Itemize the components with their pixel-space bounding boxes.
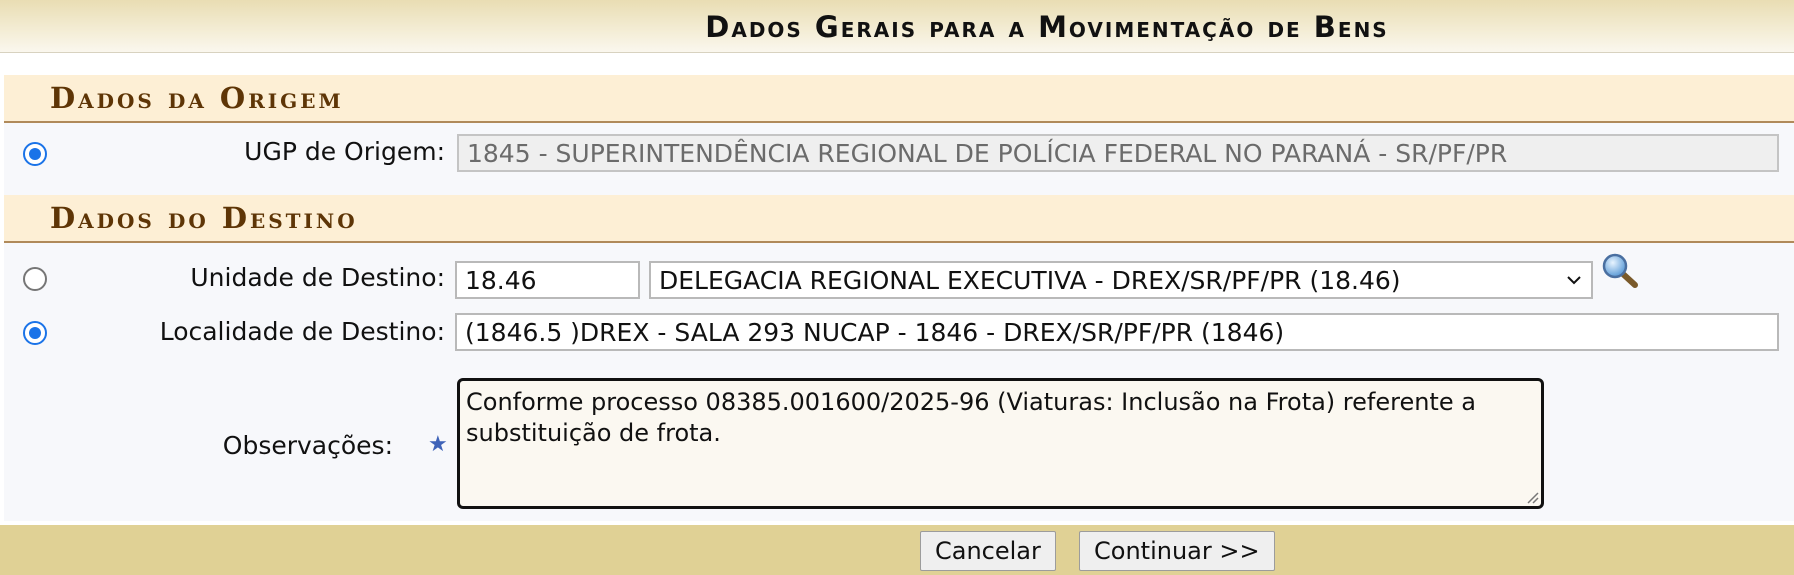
section-header-destino: Dados do Destino	[4, 195, 1794, 243]
section-title-origem: Dados da Origem	[50, 81, 344, 115]
chevron-down-icon	[1567, 276, 1581, 285]
unidade-code-input[interactable]: 18.46	[455, 261, 640, 299]
radio-localidade-destino[interactable]	[23, 321, 47, 345]
radio-unidade-destino[interactable]	[23, 267, 47, 291]
star-icon: ★	[428, 432, 448, 457]
form-footer	[0, 525, 1794, 575]
unidade-destino-label: Unidade de Destino:	[190, 263, 445, 292]
localidade-destino-field[interactable]: (1846.5 )DREX - SALA 293 NUCAP - 1846 - …	[455, 313, 1779, 351]
observacoes-text: Conforme processo 08385.001600/2025-96 (…	[466, 388, 1476, 447]
page-title: Dados Gerais para a Movimentação de Bens	[705, 10, 1389, 44]
ugp-origem-field[interactable]: 1845 - SUPERINTENDÊNCIA REGIONAL DE POLÍ…	[457, 134, 1779, 172]
resize-grip-icon[interactable]	[1525, 490, 1539, 504]
ugp-origem-label: UGP de Origem:	[244, 137, 445, 166]
radio-ugp-origem[interactable]	[23, 142, 47, 166]
page-title-bar: Dados Gerais para a Movimentação de Bens	[0, 0, 1794, 53]
observacoes-label: Observações:	[222, 431, 393, 460]
section-header-origem: Dados da Origem	[4, 75, 1794, 123]
section-title-destino: Dados do Destino	[50, 201, 358, 235]
magnifier-icon[interactable]	[1600, 252, 1640, 290]
continue-button[interactable]: Continuar >>	[1079, 531, 1275, 571]
unidade-destino-select-value: DELEGACIA REGIONAL EXECUTIVA - DREX/SR/P…	[659, 266, 1401, 295]
localidade-destino-label: Localidade de Destino:	[159, 317, 445, 346]
observacoes-textarea[interactable]: Conforme processo 08385.001600/2025-96 (…	[457, 378, 1544, 509]
cancel-button[interactable]: Cancelar	[920, 531, 1056, 571]
unidade-destino-select[interactable]: DELEGACIA REGIONAL EXECUTIVA - DREX/SR/P…	[649, 261, 1593, 299]
